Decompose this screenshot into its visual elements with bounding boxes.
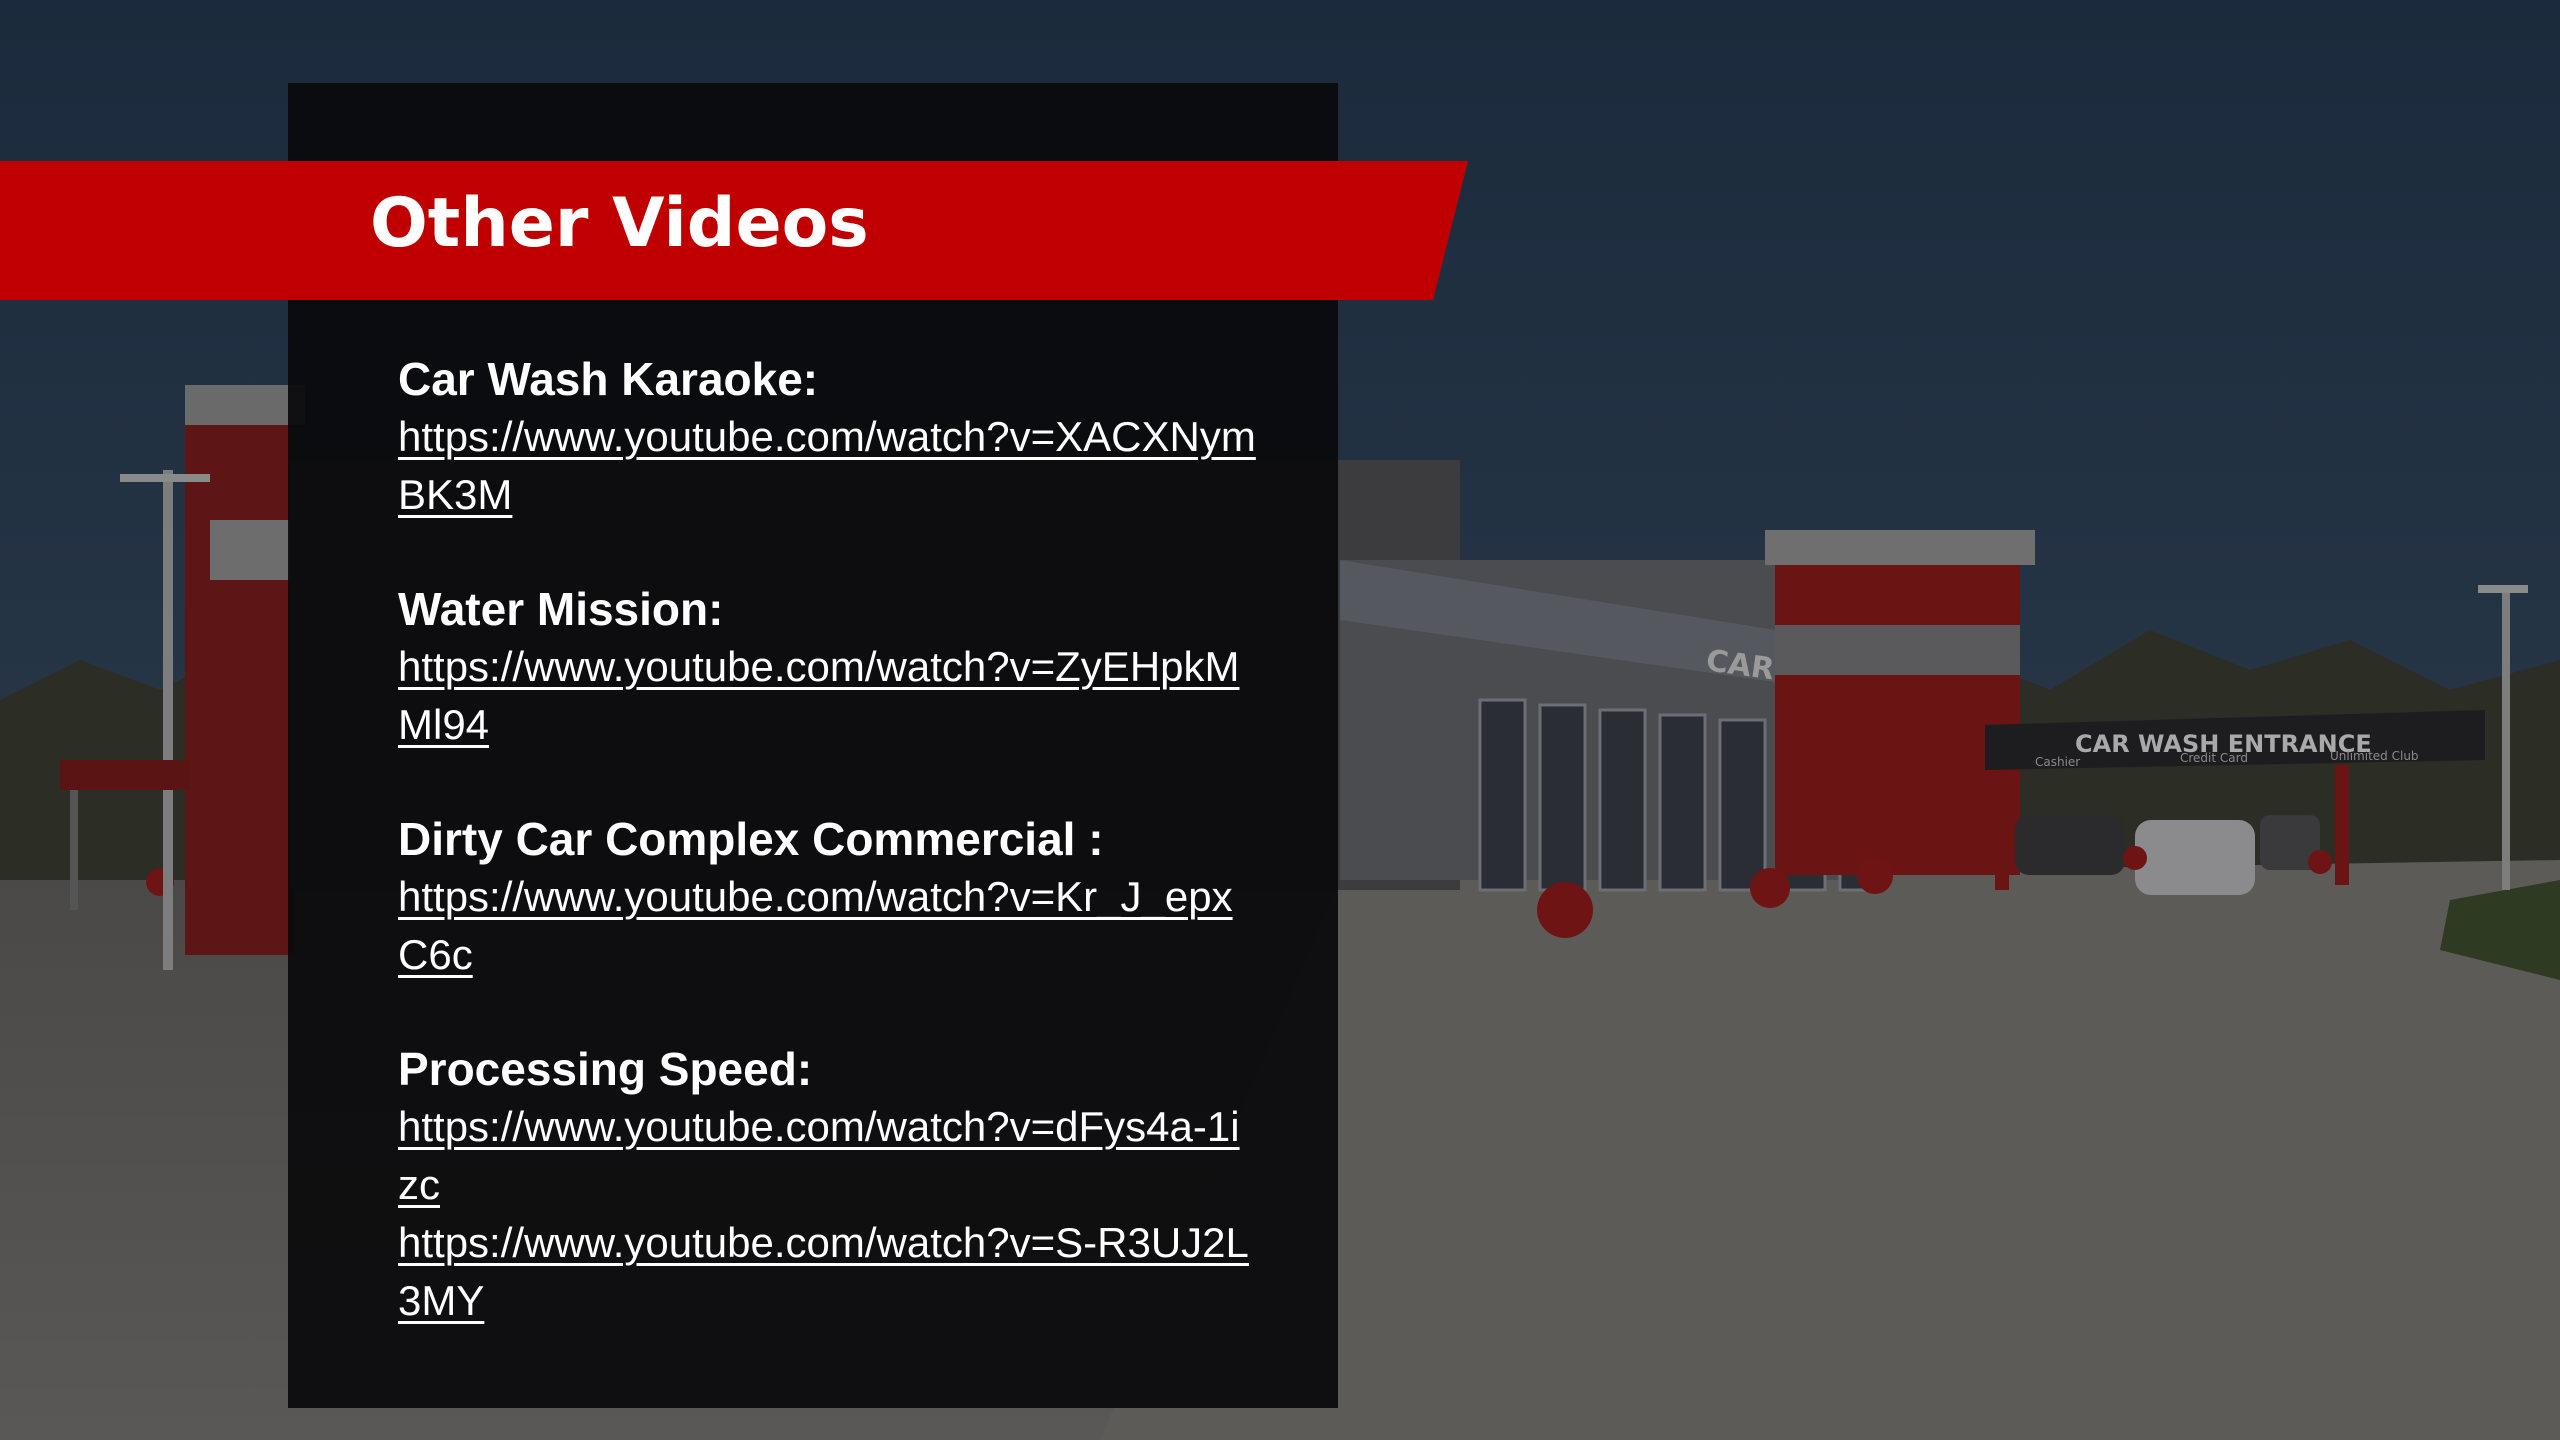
lane-cashier-label: Cashier	[2035, 755, 2080, 769]
video-link[interactable]: https://www.youtube.com/watch?v=ZyEHpkMM…	[398, 638, 1258, 754]
lane-credit-label: Credit Card	[2180, 751, 2248, 765]
video-link[interactable]: https://www.youtube.com/watch?v=S-R3UJ2L…	[398, 1214, 1258, 1330]
video-link[interactable]: https://www.youtube.com/watch?v=Kr_J_epx…	[398, 868, 1258, 984]
video-link[interactable]: https://www.youtube.com/watch?v=XACXNymB…	[398, 408, 1258, 524]
video-title: Dirty Car Complex Commercial :	[398, 813, 1104, 865]
video-group-processing-speed: Processing Speed: https://www.youtube.co…	[398, 1040, 1278, 1330]
video-list: Car Wash Karaoke: https://www.youtube.co…	[398, 350, 1278, 1386]
slide: CAR WASH CAR WASH ENTRANCE Cashier Credi…	[0, 0, 2560, 1440]
video-link[interactable]: https://www.youtube.com/watch?v=dFys4a-1…	[398, 1098, 1258, 1214]
video-title: Water Mission:	[398, 583, 724, 635]
video-group-water-mission: Water Mission: https://www.youtube.com/w…	[398, 580, 1278, 754]
video-title: Car Wash Karaoke:	[398, 353, 819, 405]
video-title: Processing Speed:	[398, 1043, 813, 1095]
slide-title: Other Videos	[370, 184, 869, 263]
video-group-karaoke: Car Wash Karaoke: https://www.youtube.co…	[398, 350, 1278, 524]
lane-unlimited-label: Unlimited Club	[2330, 749, 2419, 763]
video-group-dirty-car: Dirty Car Complex Commercial : https://w…	[398, 810, 1278, 984]
